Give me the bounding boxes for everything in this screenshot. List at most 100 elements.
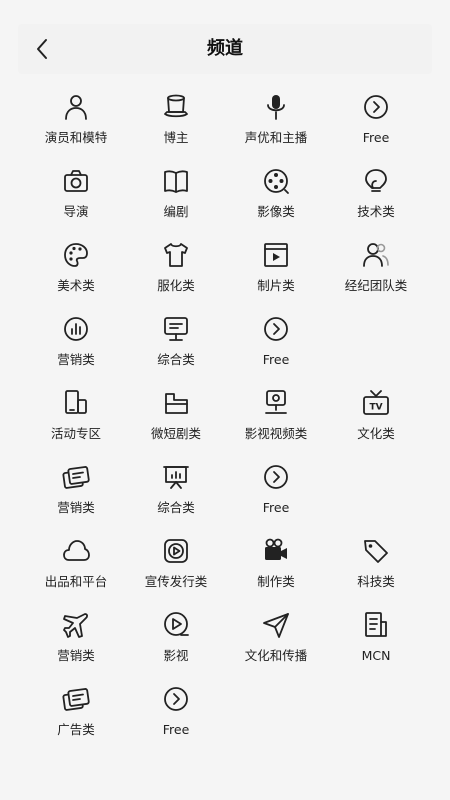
palette-icon [59,238,93,272]
channel-item[interactable]: 文化和传播 [226,608,326,682]
microphone-icon [259,90,293,124]
channel-item[interactable]: 演员和模特 [26,90,126,164]
chevron-circle-icon [359,90,393,124]
channel-label: 出品和平台 [44,574,108,589]
film-reel-icon [259,164,293,198]
channel-grid: 演员和模特 博主 声优和主播 Free 导演 编剧 影像类 技术类美术类 服化类 制片类 经纪团队类… [26,90,426,756]
channel-item[interactable]: 出品和平台 [26,534,126,608]
channel-item[interactable]: TV 文化类 [326,386,426,460]
channel-label: 经纪团队类 [344,278,408,293]
channel-item[interactable]: 服化类 [126,238,226,312]
channel-item[interactable]: 宣传发行类 [126,534,226,608]
channel-item[interactable]: 技术类 [326,164,426,238]
chart-circle-icon [59,312,93,346]
book-icon [159,164,193,198]
header-bar: 频道 [18,24,432,74]
presentation-icon [159,460,193,494]
channel-item[interactable]: 导演 [26,164,126,238]
channel-label: Free [262,352,290,367]
tag-icon [359,534,393,568]
lightbulb-icon [359,164,393,198]
channel-label: 导演 [63,204,89,219]
channel-item[interactable]: Free [126,682,226,756]
channel-label: 服化类 [157,278,195,293]
play-square-icon [159,534,193,568]
channel-item[interactable]: 营销类 [26,608,126,682]
channel-label: MCN [361,648,391,663]
chevron-circle-icon [259,312,293,346]
channel-item[interactable]: 微短剧类 [126,386,226,460]
monitor-icon [159,312,193,346]
channel-label: 科技类 [357,574,395,589]
channel-item[interactable]: 博主 [126,90,226,164]
channel-item[interactable]: 美术类 [26,238,126,312]
cloud-icon [59,534,93,568]
plane-icon [59,608,93,642]
channel-item[interactable]: 制作类 [226,534,326,608]
channel-label: 技术类 [357,204,395,219]
channel-label: 演员和模特 [44,130,108,145]
channel-item[interactable]: Free [326,90,426,164]
channel-label: Free [162,722,190,737]
channel-label: 营销类 [57,352,95,367]
channel-label: 营销类 [57,500,95,515]
svg-text:TV: TV [369,403,382,413]
channel-item[interactable]: 广告类 [26,682,126,756]
channel-item[interactable]: 营销类 [26,312,126,386]
channel-item[interactable]: 综合类 [126,312,226,386]
folder-icon [159,386,193,420]
person-icon [59,90,93,124]
channel-label: 声优和主播 [244,130,308,145]
team-icon [359,238,393,272]
empty-slot [326,460,426,534]
channel-label: 广告类 [57,722,95,737]
channel-label: 编剧 [163,204,189,219]
channel-item[interactable]: 影视 [126,608,226,682]
video-camera-icon [259,534,293,568]
channel-item[interactable]: 影像类 [226,164,326,238]
channel-label: Free [362,130,390,145]
channel-label: 影视视频类 [244,426,308,441]
channel-item[interactable]: 编剧 [126,164,226,238]
channel-label: 文化和传播 [244,648,308,663]
channel-item[interactable]: 声优和主播 [226,90,326,164]
camera-icon [59,164,93,198]
chevron-circle-icon [259,460,293,494]
channel-label: Free [262,500,290,515]
play-circle-icon [159,608,193,642]
document-icon [359,608,393,642]
channel-item[interactable]: 影视视频类 [226,386,326,460]
channel-label: 微短剧类 [150,426,201,441]
cards-icon [59,682,93,716]
channel-label: 制片类 [257,278,295,293]
webcam-icon [259,386,293,420]
channel-label: 制作类 [257,574,295,589]
channel-item[interactable]: 科技类 [326,534,426,608]
devices-icon [59,386,93,420]
channel-item[interactable]: 经纪团队类 [326,238,426,312]
channel-item[interactable]: 综合类 [126,460,226,534]
channel-item[interactable]: 活动专区 [26,386,126,460]
channel-label: 美术类 [57,278,95,293]
channel-item[interactable]: MCN [326,608,426,682]
empty-slot [326,312,426,386]
channel-label: 博主 [163,130,189,145]
video-frame-icon [259,238,293,272]
channel-item[interactable]: 制片类 [226,238,326,312]
channel-label: 影像类 [257,204,295,219]
channel-item[interactable]: 营销类 [26,460,126,534]
channel-label: 文化类 [357,426,395,441]
cards-icon [59,460,93,494]
tshirt-icon [159,238,193,272]
channel-label: 影视 [163,648,189,663]
channel-item[interactable]: Free [226,460,326,534]
channel-label: 综合类 [157,352,195,367]
channel-label: 宣传发行类 [144,574,208,589]
channel-label: 营销类 [57,648,95,663]
chevron-circle-icon [159,682,193,716]
top-hat-icon [159,90,193,124]
channel-item[interactable]: Free [226,312,326,386]
paper-plane-icon [259,608,293,642]
channel-label: 活动专区 [50,426,101,441]
tv-icon: TV [359,386,393,420]
